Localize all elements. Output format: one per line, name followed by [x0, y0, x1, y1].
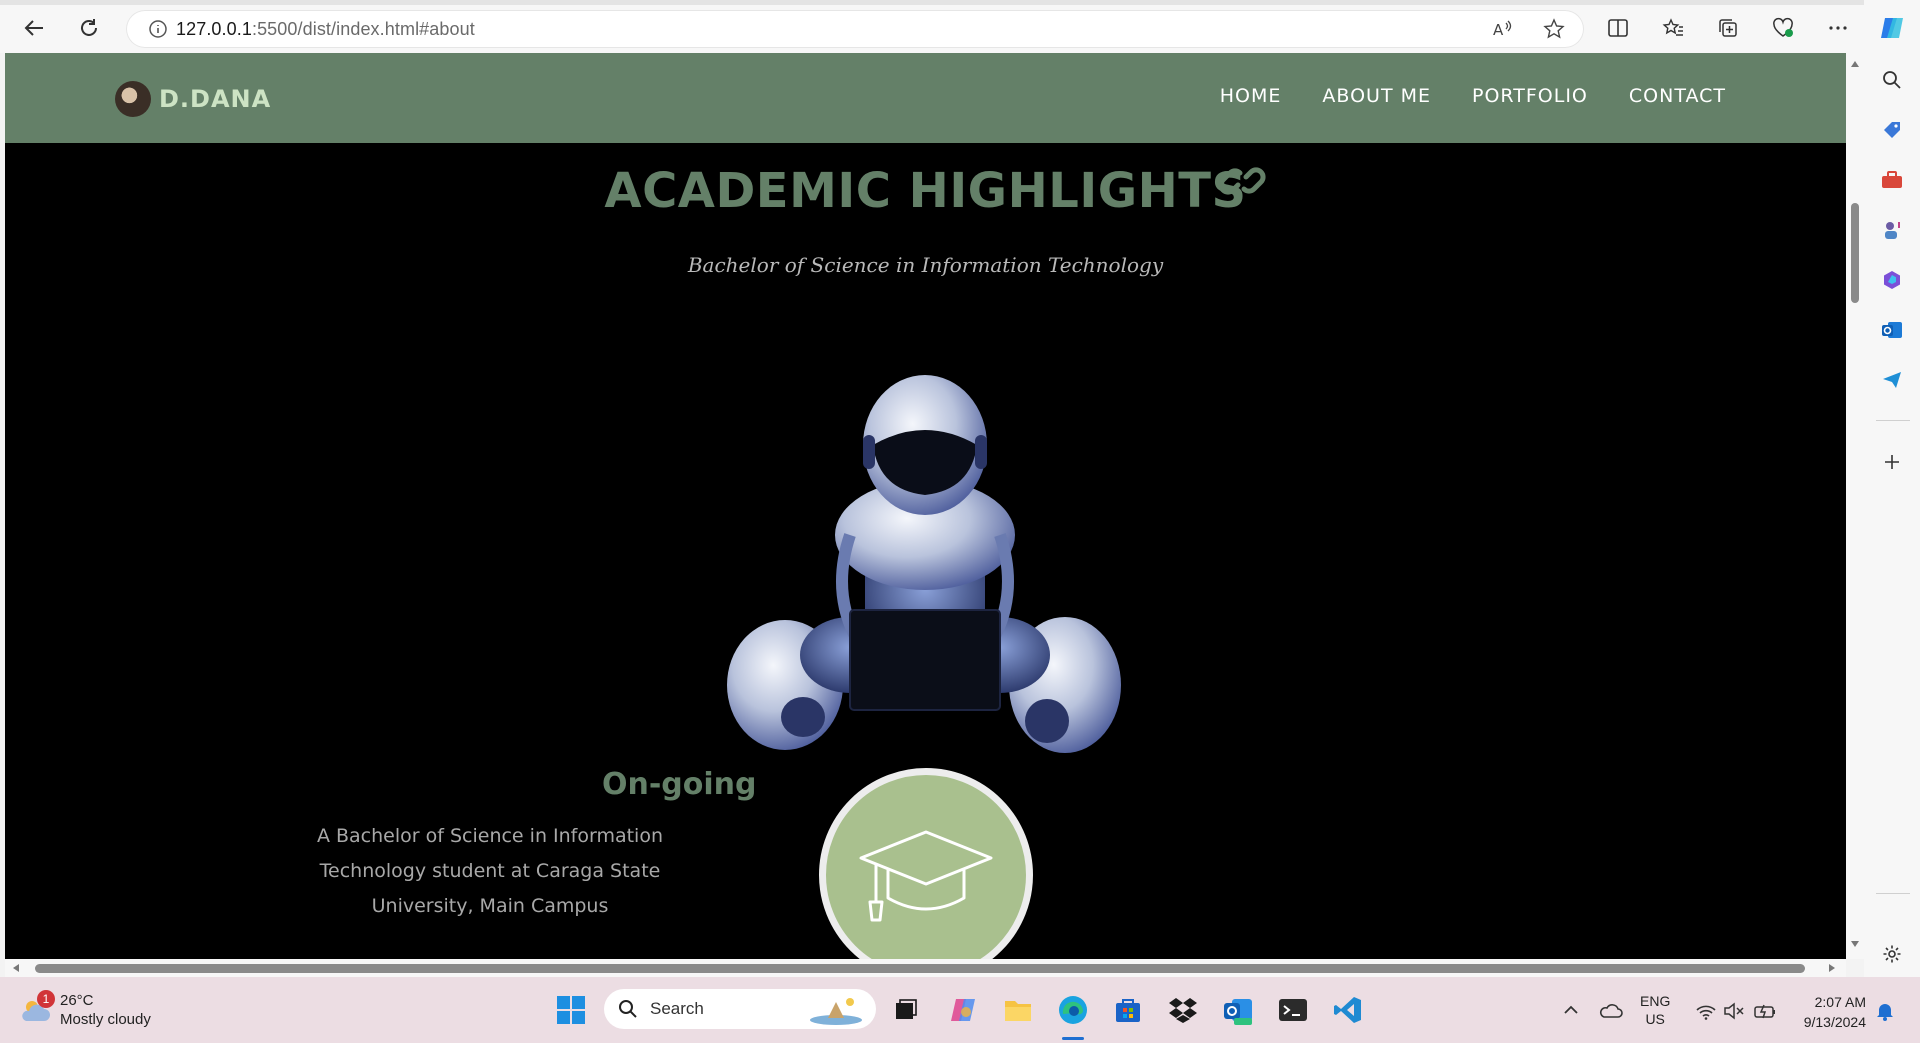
refresh-button[interactable] [71, 10, 107, 46]
notification-bell-icon[interactable] [1876, 1001, 1894, 1021]
back-button[interactable] [16, 10, 52, 46]
active-app-indicator [1062, 1037, 1084, 1040]
favorites-icon[interactable] [1655, 10, 1691, 46]
tab-strip [0, 0, 1920, 5]
nav-portfolio[interactable]: PORTFOLIO [1472, 85, 1588, 107]
language-indicator[interactable]: ENG US [1640, 992, 1670, 1028]
more-options-icon[interactable] [1820, 10, 1856, 46]
address-bar[interactable]: 127.0.0.1:5500/dist/index.html#about A [126, 10, 1584, 48]
outlook-new-icon[interactable] [1220, 992, 1256, 1028]
nav-home[interactable]: HOME [1220, 85, 1282, 107]
taskbar-search[interactable]: Search [604, 989, 876, 1029]
site-header: D.DANA HOME ABOUT ME PORTFOLIO CONTACT [5, 53, 1846, 143]
svg-text:A: A [1493, 21, 1504, 39]
scroll-up-icon[interactable] [1850, 59, 1860, 69]
add-icon[interactable] [1874, 444, 1910, 480]
split-screen-icon[interactable] [1600, 10, 1636, 46]
copilot-icon[interactable] [1874, 10, 1910, 46]
tools-icon[interactable] [1874, 162, 1910, 198]
search-icon [619, 1000, 637, 1018]
horizontal-scrollbar[interactable] [5, 959, 1846, 977]
page-viewport: D.DANA HOME ABOUT ME PORTFOLIO CONTACT A… [5, 53, 1846, 959]
shopping-tag-icon[interactable] [1874, 112, 1910, 148]
nav-about-me[interactable]: ABOUT ME [1322, 85, 1431, 107]
collections-icon[interactable] [1710, 10, 1746, 46]
browser-toolbar: 127.0.0.1:5500/dist/index.html#about A [0, 0, 1920, 53]
vscode-icon[interactable] [1330, 992, 1366, 1028]
scroll-right-icon[interactable] [1827, 963, 1837, 973]
brand-name: D.DANA [159, 85, 272, 113]
favorite-star-icon[interactable] [1536, 10, 1572, 48]
section-subtitle: Bachelor of Science in Information Techn… [687, 253, 1164, 277]
back-arrow-icon [24, 20, 43, 36]
browser-essentials-icon[interactable] [1765, 10, 1801, 46]
ongoing-description: A Bachelor of Science in Information Tec… [316, 825, 664, 917]
search-placeholder: Search [650, 999, 704, 1018]
task-view-icon[interactable] [888, 992, 924, 1028]
wifi-icon[interactable] [1695, 1004, 1717, 1020]
scroll-left-icon[interactable] [11, 963, 21, 973]
url-host: 127.0.0.1 [176, 18, 252, 39]
show-hidden-icons-chevron-icon[interactable] [1563, 1003, 1579, 1017]
refresh-icon [81, 19, 97, 36]
file-explorer-icon[interactable] [1000, 992, 1036, 1028]
nav-contact[interactable]: CONTACT [1629, 85, 1726, 107]
avatar [115, 81, 151, 117]
read-aloud-icon[interactable]: A [1484, 10, 1520, 48]
scroll-down-icon[interactable] [1850, 939, 1860, 949]
send-icon[interactable] [1874, 362, 1910, 398]
url-path: :5500/dist/index.html#about [251, 18, 475, 39]
copilot-app-icon[interactable] [945, 992, 981, 1028]
dropbox-icon[interactable] [1165, 992, 1201, 1028]
terminal-icon[interactable] [1275, 992, 1311, 1028]
windows-logo-icon [557, 996, 585, 1024]
language-code: ENG [1640, 993, 1671, 1009]
search-icon[interactable] [1874, 62, 1910, 98]
microsoft-365-icon[interactable] [1874, 262, 1910, 298]
site-nav: HOME ABOUT ME PORTFOLIO CONTACT [1220, 85, 1726, 107]
robot-image [715, 355, 1135, 780]
games-icon[interactable] [1874, 212, 1910, 248]
clock-date: 9/13/2024 [1803, 1014, 1866, 1030]
graduation-cap-icon [859, 830, 993, 922]
cloudy-weather-icon: 1 [20, 990, 55, 1025]
volume-muted-icon[interactable] [1723, 1002, 1745, 1020]
horizontal-scroll-thumb[interactable] [35, 964, 1805, 973]
battery-icon[interactable] [1753, 1002, 1777, 1020]
weather-temp: 26°C [60, 992, 94, 1009]
region-code: US [1645, 1011, 1665, 1027]
graduation-badge [819, 768, 1033, 959]
url-text[interactable]: 127.0.0.1:5500/dist/index.html#about [176, 19, 475, 40]
outlook-icon[interactable] [1874, 312, 1910, 348]
edge-sidebar [1864, 0, 1920, 977]
vertical-scroll-thumb[interactable] [1851, 203, 1859, 303]
onedrive-cloud-icon[interactable] [1599, 1001, 1623, 1019]
system-clock[interactable]: 2:07 AM 9/13/2024 [1790, 992, 1866, 1032]
edge-browser-icon[interactable] [1055, 992, 1091, 1028]
clock-time: 2:07 AM [1814, 994, 1866, 1010]
weather-widget[interactable]: 1 26°C Mostly cloudy [20, 990, 151, 1029]
link-icon [1218, 161, 1266, 206]
settings-gear-icon[interactable] [1874, 936, 1910, 972]
site-info-icon[interactable] [140, 19, 176, 39]
sidebar-divider [1876, 420, 1910, 421]
search-highlight-icon [810, 998, 862, 1025]
section-title: ACADEMIC HIGHLIGHTS [604, 163, 1247, 219]
start-button[interactable] [553, 992, 589, 1028]
ongoing-title: On-going [602, 767, 757, 802]
microsoft-store-icon[interactable] [1110, 992, 1146, 1028]
vertical-scrollbar[interactable] [1846, 53, 1864, 959]
sidebar-divider [1876, 893, 1910, 894]
windows-taskbar: 1 26°C Mostly cloudy Search ENG US 2:07 … [0, 977, 1920, 1043]
title-wrapper: ACADEMIC HIGHLIGHTS [5, 163, 1846, 219]
brand-logo[interactable]: D.DANA [115, 81, 271, 117]
weather-desc: Mostly cloudy [60, 1011, 151, 1028]
weather-badge: 1 [37, 990, 55, 1008]
